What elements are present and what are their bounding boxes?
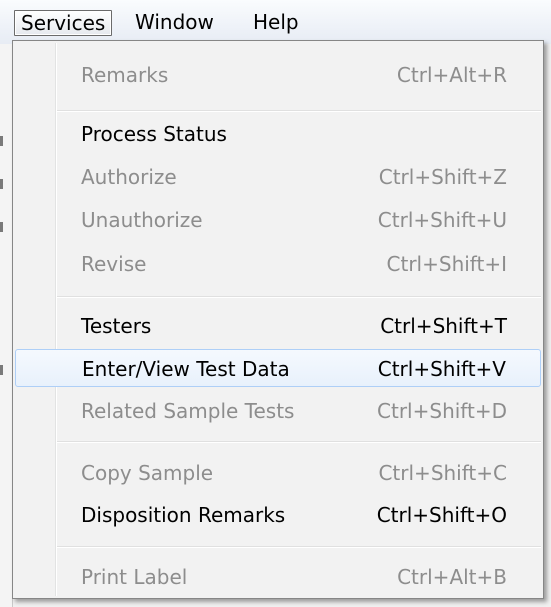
menu-item-shortcut: Ctrl+Shift+O [376, 503, 507, 527]
menu-item-shortcut: Ctrl+Shift+Z [378, 165, 507, 189]
services-dropdown-menu: Remarks Ctrl+Alt+R Process Status Author… [12, 40, 544, 599]
menu-separator [57, 110, 541, 112]
menu-item-shortcut: Ctrl+Shift+C [378, 461, 507, 485]
menu-item-label: Unauthorize [81, 208, 203, 232]
menu-item-label: Revise [81, 252, 147, 276]
menu-item-enter-view-test-data[interactable]: Enter/View Test Data Ctrl+Shift+V [15, 349, 541, 387]
background-mark [0, 222, 3, 232]
menu-item-process-status[interactable]: Process Status [15, 115, 541, 153]
menubar-window[interactable]: Window [129, 10, 220, 36]
menu-item-label: Copy Sample [81, 461, 214, 485]
menu-item-label: Testers [81, 314, 152, 338]
menu-bar: Services Window Help [0, 0, 551, 44]
menu-item-label: Process Status [81, 122, 227, 146]
menu-separator [57, 441, 541, 443]
background-mark [0, 136, 3, 146]
menu-item-shortcut: Ctrl+Alt+R [396, 63, 507, 87]
menu-item-authorize[interactable]: Authorize Ctrl+Shift+Z [15, 158, 541, 196]
menu-item-print-label[interactable]: Print Label Ctrl+Alt+B [15, 558, 541, 596]
menu-item-label: Disposition Remarks [81, 503, 286, 527]
menu-item-testers[interactable]: Testers Ctrl+Shift+T [15, 307, 541, 345]
background-mark [0, 179, 3, 189]
menu-separator [57, 546, 541, 548]
menu-item-label: Authorize [81, 165, 177, 189]
menu-separator [57, 296, 541, 298]
menu-item-unauthorize[interactable]: Unauthorize Ctrl+Shift+U [15, 201, 541, 239]
menu-item-shortcut: Ctrl+Shift+V [377, 357, 506, 381]
menu-item-label: Remarks [81, 63, 169, 87]
menu-item-label: Related Sample Tests [81, 399, 295, 423]
menubar-help[interactable]: Help [247, 10, 305, 36]
menu-item-remarks[interactable]: Remarks Ctrl+Alt+R [15, 56, 541, 94]
menubar-services[interactable]: Services [14, 10, 113, 36]
menu-item-disposition-remarks[interactable]: Disposition Remarks Ctrl+Shift+O [15, 496, 541, 534]
menu-item-revise[interactable]: Revise Ctrl+Shift+I [15, 245, 541, 283]
menu-item-shortcut: Ctrl+Shift+U [377, 208, 507, 232]
menu-item-copy-sample[interactable]: Copy Sample Ctrl+Shift+C [15, 454, 541, 492]
menu-item-shortcut: Ctrl+Shift+T [380, 314, 507, 338]
background-mark [0, 365, 3, 375]
menu-item-shortcut: Ctrl+Shift+D [377, 399, 507, 423]
menu-item-label: Print Label [81, 565, 188, 589]
menu-item-shortcut: Ctrl+Alt+B [397, 565, 507, 589]
menu-item-label: Enter/View Test Data [82, 357, 290, 381]
menu-item-shortcut: Ctrl+Shift+I [386, 252, 507, 276]
menu-item-related-sample-tests[interactable]: Related Sample Tests Ctrl+Shift+D [15, 392, 541, 430]
